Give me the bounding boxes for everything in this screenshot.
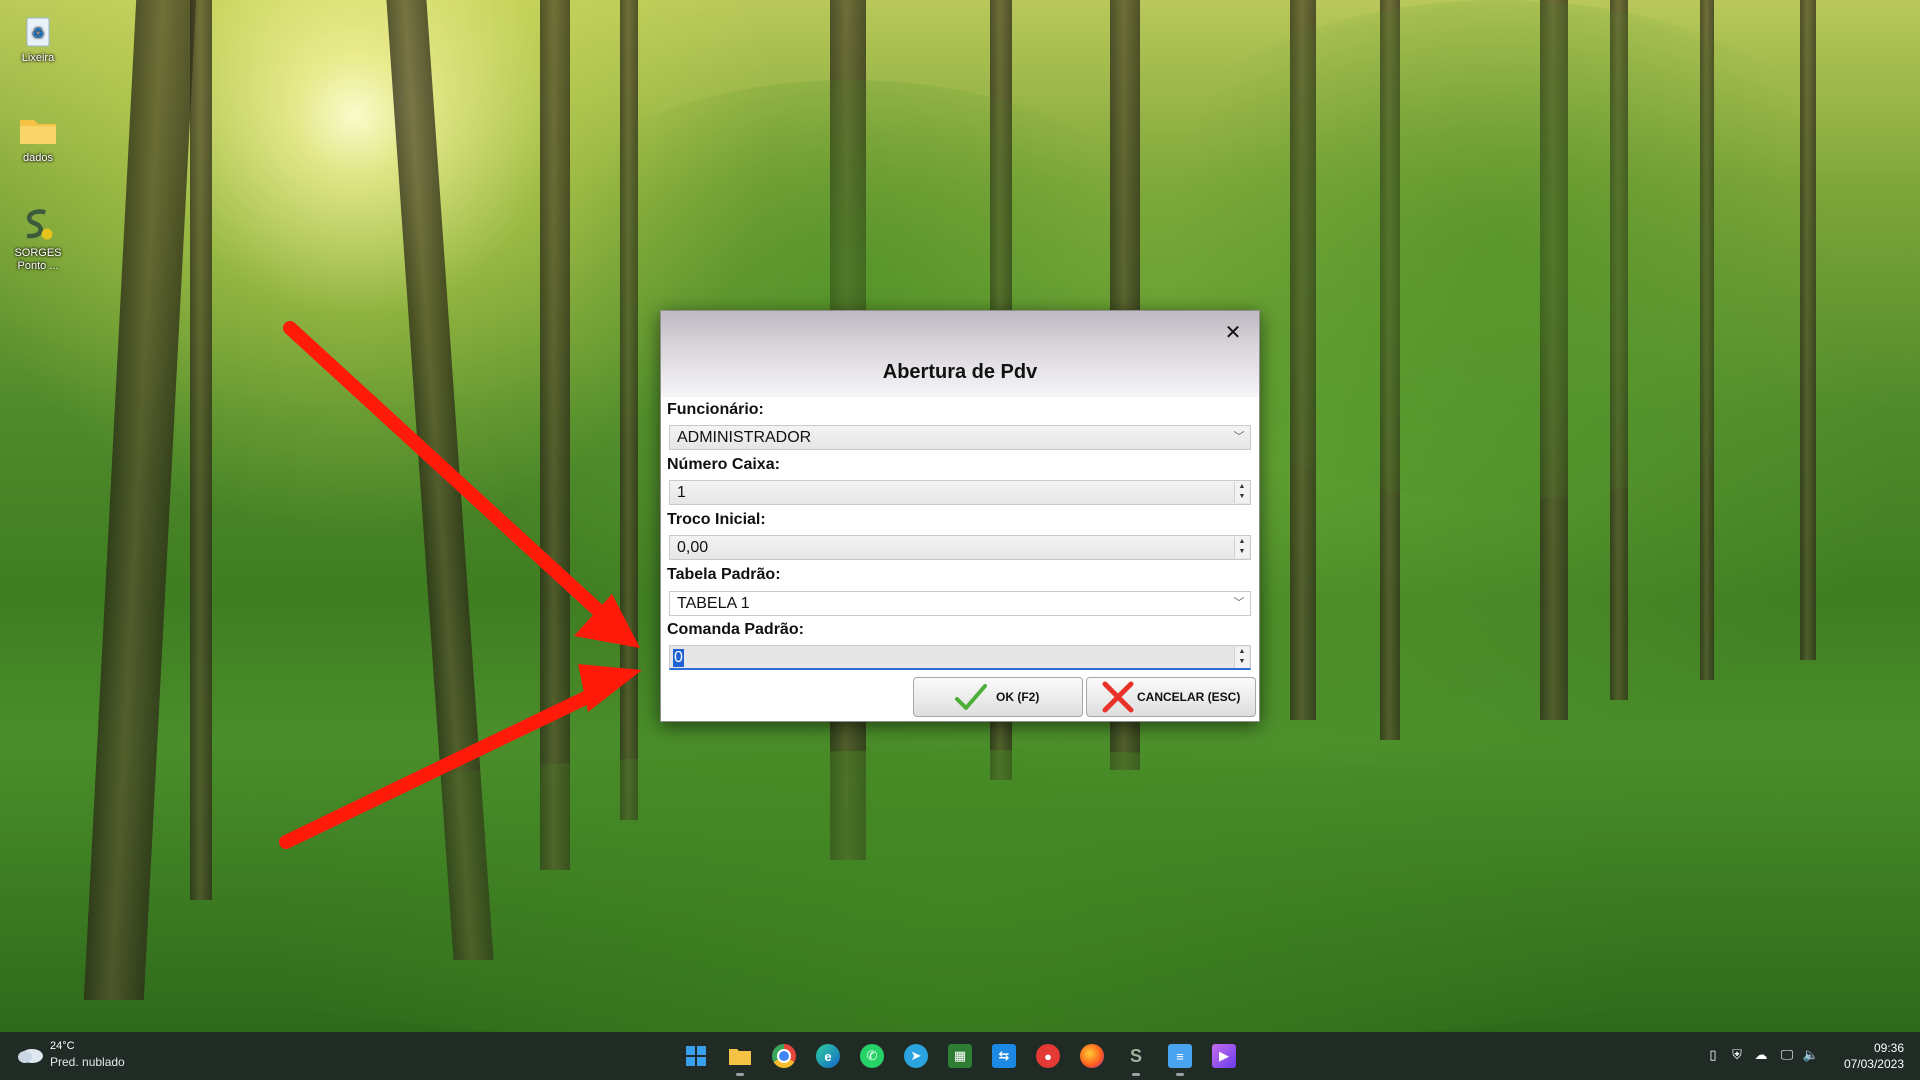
volume-icon[interactable]: 🔈 [1802,1046,1820,1064]
funcionario-select[interactable]: ADMINISTRADOR ﹀ [669,425,1251,450]
whatsapp-icon: ✆ [860,1044,884,1068]
taskbar-app-red[interactable]: ● [1032,1040,1064,1072]
troco-inicial-spinner[interactable]: ▲ ▼ [1234,537,1249,558]
network-icon[interactable]: 🖵 [1778,1046,1796,1064]
cloud-icon [18,1049,43,1063]
security-shield-icon[interactable]: ⛨ [1728,1046,1746,1064]
comanda-padrao-label: Comanda Padrão: [667,621,804,638]
chevron-down-icon[interactable]: ﹀ [1230,593,1248,614]
troco-inicial-label: Troco Inicial: [667,511,766,528]
chrome-icon [772,1044,796,1068]
clock-time: 09:36 [1873,1041,1904,1055]
ok-button-label: OK (F2) [996,690,1040,704]
numero-caixa-label: Número Caixa: [667,456,780,473]
weather-temperature: 24°C [50,1040,75,1052]
arrow-line-lower [279,683,609,849]
numero-caixa-value: 1 [677,484,686,501]
clock-date: 07/03/2023 [1843,1057,1904,1071]
numero-caixa-input[interactable]: 1 ▲ ▼ [669,480,1251,505]
spin-down-icon[interactable]: ▼ [1235,657,1249,667]
funcionario-value: ADMINISTRADOR [677,429,812,446]
active-indicator [1132,1073,1140,1076]
app-icon: ● [1036,1044,1060,1068]
firefox-icon [1080,1044,1104,1068]
checkmark-icon [955,684,987,710]
chevron-down-icon[interactable]: ﹀ [1230,427,1248,448]
taskbar-file-explorer[interactable] [724,1040,756,1076]
numero-caixa-spinner[interactable]: ▲ ▼ [1234,482,1249,503]
active-indicator [736,1073,744,1076]
taskbar-edge[interactable]: e [812,1040,844,1072]
taskbar-start-button[interactable] [680,1040,712,1072]
tabela-padrao-label: Tabela Padrão: [667,566,781,583]
taskbar-notepad[interactable]: ≡ [1164,1040,1196,1076]
red-x-icon [1102,681,1134,713]
taskbar-spreadsheet[interactable]: ▦ [944,1040,976,1072]
tabela-padrao-value: TABELA 1 [677,595,750,612]
comanda-padrao-input[interactable]: 0 ▲ ▼ [669,645,1251,670]
tabela-padrao-select[interactable]: TABELA 1 ﹀ [669,591,1251,616]
spin-up-icon[interactable]: ▲ [1235,482,1249,492]
weather-description: Pred. nublado [50,1055,125,1069]
taskbar-media[interactable]: ▶ [1208,1040,1240,1072]
folder-icon [729,1049,751,1065]
spin-up-icon[interactable]: ▲ [1235,647,1249,657]
notepad-icon: ≡ [1168,1044,1192,1068]
ok-button[interactable]: OK (F2) [913,677,1083,717]
windows-start-icon [686,1046,706,1066]
spreadsheet-icon: ▦ [948,1044,972,1068]
media-app-icon: ▶ [1212,1044,1236,1068]
active-indicator [1176,1073,1184,1076]
cancel-button[interactable]: CANCELAR (ESC) [1086,677,1256,717]
spin-up-icon[interactable]: ▲ [1235,537,1249,547]
funcionario-label: Funcionário: [667,401,764,418]
edge-icon: e [816,1044,840,1068]
dialog-title: Abertura de Pdv [882,361,1038,383]
dialog-header [661,311,1259,397]
taskbar: 24°C Pred. nublado e ✆ ➤ ▦ ⇆ ● S ≡ ▶ ▯ ⛨… [0,1032,1920,1080]
telegram-icon: ➤ [904,1044,928,1068]
cloud-sync-icon[interactable]: ☁ [1752,1046,1770,1064]
spin-down-icon[interactable]: ▼ [1235,492,1249,502]
taskbar-chrome[interactable] [768,1040,800,1072]
sorges-app-icon: S [1129,1045,1142,1066]
cancel-button-label: CANCELAR (ESC) [1137,690,1241,704]
troco-inicial-input[interactable]: 0,00 ▲ ▼ [669,535,1251,560]
taskbar-sorges[interactable]: S [1120,1040,1152,1076]
spin-down-icon[interactable]: ▼ [1235,547,1249,557]
taskbar-clock[interactable]: 09:36 07/03/2023 [1844,1040,1904,1072]
usb-device-icon[interactable]: ▯ [1704,1046,1722,1064]
comanda-padrao-spinner[interactable]: ▲ ▼ [1234,647,1249,668]
abertura-pdv-dialog: ✕ Abertura de Pdv Funcionário: ADMINISTR… [660,310,1260,722]
taskbar-remote[interactable]: ⇆ [988,1040,1020,1072]
arrow-head-lower [578,664,642,712]
troco-inicial-value: 0,00 [677,539,709,556]
comanda-padrao-value: 0 [673,649,684,667]
close-icon[interactable]: ✕ [1221,321,1245,345]
remote-desktop-icon: ⇆ [992,1044,1016,1068]
taskbar-telegram[interactable]: ➤ [900,1040,932,1072]
taskbar-firefox[interactable] [1076,1040,1108,1072]
taskbar-whatsapp[interactable]: ✆ [856,1040,888,1072]
arrow-line-upper [283,321,607,619]
